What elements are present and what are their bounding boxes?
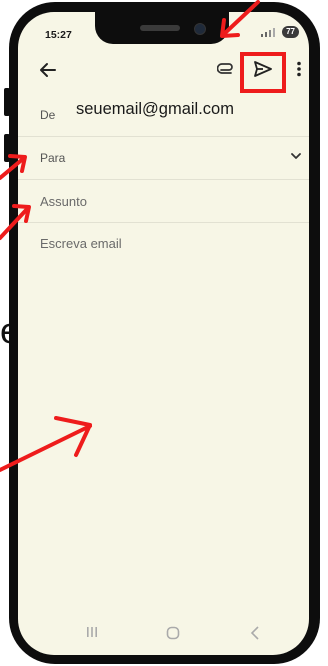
paperclip-icon[interactable] — [217, 61, 237, 77]
front-camera — [194, 23, 206, 35]
to-label: Para — [40, 151, 66, 165]
phone-notch — [95, 12, 229, 44]
arrow-left-icon[interactable] — [38, 60, 58, 80]
to-row[interactable]: Para — [18, 137, 309, 180]
system-nav-bar — [18, 620, 309, 650]
subject-field[interactable]: Assunto — [18, 180, 309, 223]
speaker-grille — [140, 25, 180, 31]
body-field[interactable] — [30, 225, 300, 605]
more-vertical-icon[interactable] — [296, 61, 302, 77]
home-icon[interactable] — [166, 626, 180, 640]
from-value[interactable]: seuemail@gmail.com — [76, 100, 234, 119]
send-highlight-box — [240, 52, 286, 93]
status-time: 15:27 — [45, 29, 72, 41]
chevron-down-icon[interactable] — [291, 153, 301, 160]
recent-apps-icon[interactable] — [86, 626, 98, 638]
signal-icon — [261, 28, 276, 37]
status-indicators: 77 — [260, 26, 299, 38]
subject-placeholder: Assunto — [40, 194, 87, 209]
back-nav-icon[interactable] — [250, 626, 260, 640]
battery-indicator: 77 — [282, 26, 299, 38]
from-label: De — [40, 108, 56, 122]
from-row: De seuemail@gmail.com — [18, 94, 309, 137]
